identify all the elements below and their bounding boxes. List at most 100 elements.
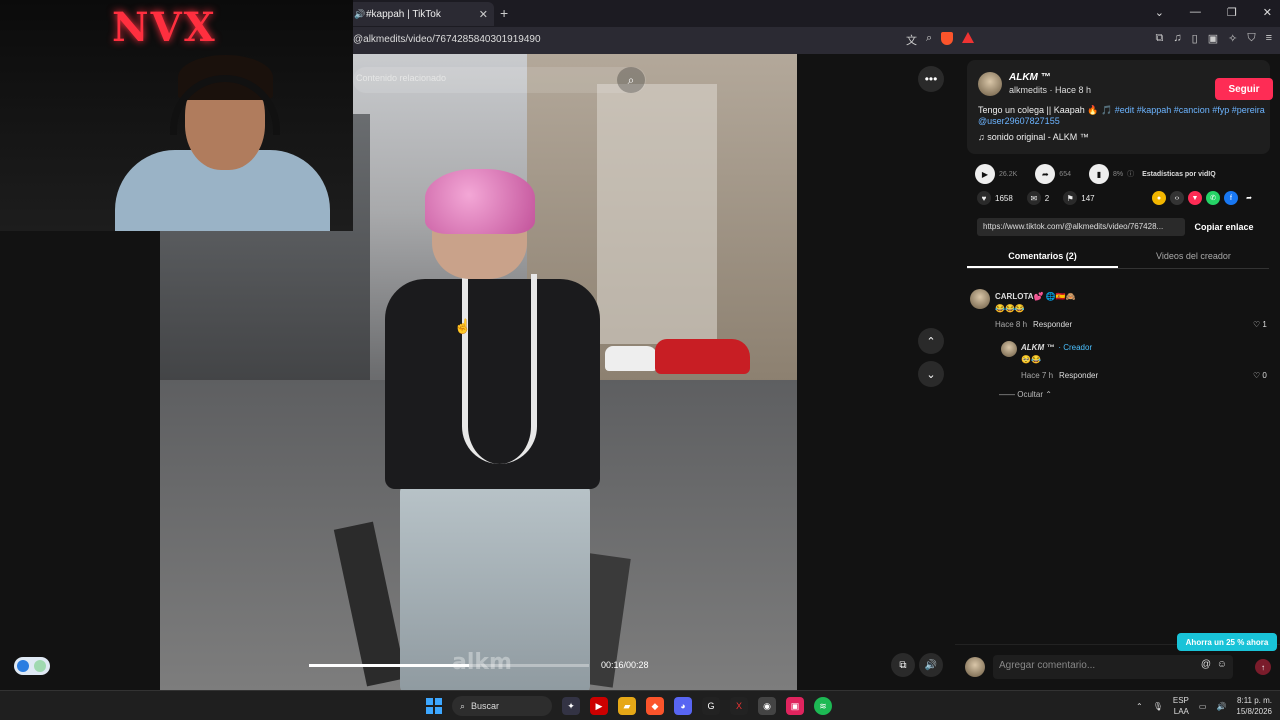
maximize-button[interactable]: ❐ [1227,6,1237,19]
author-handle[interactable]: alkmedits · Hace 8 h [1009,85,1091,95]
tab-creator-videos[interactable]: Videos del creador [1118,247,1269,268]
promo-badge[interactable]: Ahorra un 25 % ahora [1177,633,1277,651]
bookmark-icon[interactable]: ⚑ [1063,191,1078,205]
description-text: Tengo un colega || Kaapah 🔥 🎵 [978,105,1113,115]
avatar[interactable] [978,72,1002,96]
red-car [655,339,750,374]
chevron-down-icon[interactable]: ⌄ [1155,6,1164,19]
sound-link[interactable]: ♫ sonido original - ALKM ™ [978,132,1089,142]
volume-button[interactable]: 🔊 [919,653,943,677]
url-field[interactable]: @alkmedits/video/7674285840301919490 [353,34,541,45]
discord-icon[interactable]: ◕ [674,697,692,715]
volume-icon[interactable]: 🔊 [1216,702,1226,711]
overlay-toggle[interactable] [14,657,50,675]
hide-replies-label: Ocultar ⌃ [1017,390,1052,399]
follow-button[interactable]: Seguir [1215,78,1273,100]
zoom-icon[interactable]: ⌕ [926,32,932,48]
clock[interactable]: 8:11 p. m. 15/8/2026 [1236,695,1272,717]
whatsapp-icon[interactable]: ✆ [1206,191,1220,205]
new-tab-button[interactable]: + [500,5,508,21]
progress-fill [309,664,469,667]
plays-count: 26.2K [999,170,1018,178]
comment-meta: Hace 8 h Responder [995,320,1072,329]
reply-button[interactable]: Responder [1033,320,1072,329]
vpn-icon[interactable]: ⛉ [1247,32,1255,45]
comment-author[interactable]: ALKM ™ · Creador [1021,343,1092,352]
app-g-icon[interactable]: G [702,697,720,715]
music-icon[interactable]: ♫ [1173,32,1181,45]
author-name[interactable]: ALKM ™ [1009,72,1051,83]
comment-like[interactable]: ♡ 1 [1253,320,1267,329]
search-icon: ⌕ [460,700,466,711]
sidebar-icon[interactable]: ▯ [1192,32,1198,45]
widgets-icon[interactable]: ✦ [562,697,580,715]
comment-input[interactable]: Agregar comentario... @ ☺ [993,655,1233,679]
network-icon[interactable]: ▭ [1199,702,1207,711]
heart-icon[interactable]: ♥ [977,191,991,205]
time-label: 8:11 p. m. [1237,696,1272,705]
video-link-field[interactable]: https://www.tiktok.com/@alkmedits/video/… [977,218,1185,236]
leo-icon[interactable]: ✧ [1228,32,1237,45]
menu-icon[interactable]: ≡ [1266,32,1272,45]
language-indicator[interactable]: ESP LAA [1173,695,1189,717]
taskbar-search[interactable]: ⌕ Buscar [452,696,552,716]
emoji-icon[interactable]: ☺ [1217,659,1227,670]
close-tab-icon[interactable]: ✕ [479,8,488,21]
obs-icon[interactable]: ◉ [758,697,776,715]
actions-row: ♥ 1658 ✉ 2 ⚑ 147 [977,191,1095,205]
send-to-friend-icon[interactable]: ▼ [1188,191,1202,205]
lang-label: ESP [1172,696,1189,705]
wallet-icon[interactable]: ▣ [1208,32,1218,45]
toggle-dot-icon [17,660,29,672]
extensions-icon[interactable]: ⧉ [1156,32,1164,45]
comment-like[interactable]: ♡ 0 [1253,371,1267,380]
facebook-icon[interactable]: f [1224,191,1238,205]
file-explorer-icon[interactable]: ▰ [618,697,636,715]
next-video-button[interactable]: ⌄ [918,361,944,387]
comment-icon[interactable]: ✉ [1026,191,1041,205]
video-time: 00:16/00:28 [601,660,649,670]
copy-link-button[interactable]: Copiar enlace [1188,218,1260,236]
hide-replies-button[interactable]: —— Ocultar ⌃ [999,390,1052,399]
brave-browser-icon[interactable]: ◆ [646,697,664,715]
reply-author-name: ALKM ™ [1021,343,1055,352]
share-icon[interactable]: ➦ [1242,191,1256,205]
video-progress[interactable] [309,664,589,667]
stats-row: ▶ 26.2K ➦ 654 ▮ 8% ⓘ Estadísticas por vi… [975,164,1216,184]
mouse-cursor-icon: ☝ [454,318,472,334]
rewards-icon[interactable] [962,32,975,48]
pip-button[interactable]: ⧉ [891,653,915,677]
toggle-dot-icon [34,660,46,672]
search-icon[interactable]: ⌕ [617,67,645,93]
reply-button[interactable]: Responder [1059,371,1098,380]
window-controls: ⌄ — ❐ ✕ [1155,6,1272,19]
comment-placeholder: Agregar comentario... [999,660,1096,671]
microphone-icon[interactable]: 🎙 [1153,702,1163,711]
creator-badge: · Creador [1058,343,1093,352]
browser-tab[interactable]: 🔊 #kappah | TikTok ✕ [348,2,494,26]
previous-video-button[interactable]: ⌃ [918,328,944,354]
comment-time: Hace 7 h [1021,371,1054,380]
avatar[interactable] [970,289,990,309]
tab-comments[interactable]: Comentarios (2) [967,247,1118,268]
app-x-icon[interactable]: X [730,697,748,715]
likes-count: 1658 [995,193,1013,203]
webcam-overlay: NVX [0,0,353,231]
brave-shield-icon[interactable] [941,32,954,48]
translate-icon[interactable]: 文 [906,32,917,48]
mention-icon[interactable]: @ [1201,659,1211,670]
spotify-icon[interactable]: ≋ [814,697,832,715]
send-comment-button[interactable]: ↑ [1255,659,1271,675]
recorder-icon[interactable]: ▣ [786,697,804,715]
coin-icon[interactable]: ● [1152,191,1166,205]
media-player-icon[interactable]: ▶ [590,697,608,715]
windows-start-icon[interactable] [426,698,442,714]
lang2-label: LAA [1173,707,1189,716]
chevron-up-icon[interactable]: ⌃ [1136,702,1143,711]
minimize-button[interactable]: — [1190,6,1201,19]
avatar[interactable] [1001,341,1017,357]
embed-icon[interactable]: ‹› [1170,191,1184,205]
close-window-button[interactable]: ✕ [1263,6,1272,19]
comment-author[interactable]: CARLOTA💕 🌐🇪🇸🙈 [995,292,1076,301]
more-options-button[interactable]: ••• [918,66,944,92]
